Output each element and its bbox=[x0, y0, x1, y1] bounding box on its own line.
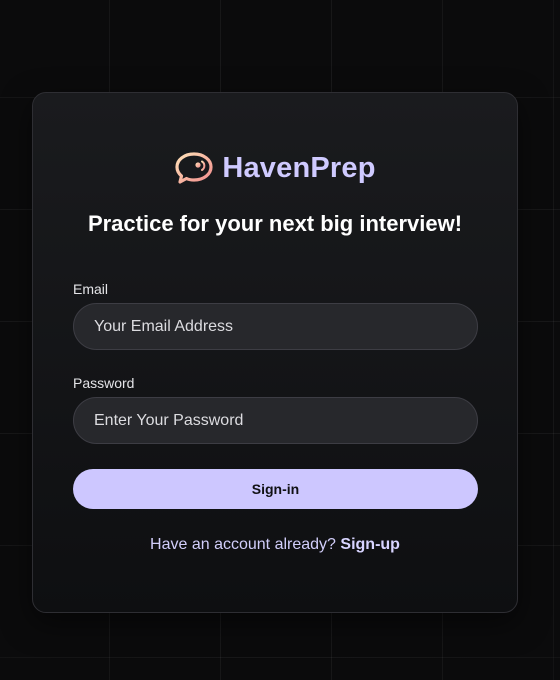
signup-prompt-text: Have an account already? bbox=[150, 536, 336, 553]
sign-up-link[interactable]: Sign-up bbox=[340, 536, 400, 553]
speech-bubble-icon bbox=[175, 152, 213, 184]
email-field[interactable] bbox=[73, 303, 478, 350]
page-title: Practice for your next big interview! bbox=[87, 211, 463, 236]
email-label: Email bbox=[73, 281, 109, 297]
password-field[interactable] bbox=[73, 397, 478, 444]
brand-name: HavenPrep bbox=[222, 151, 376, 184]
signup-prompt: Have an account already? Sign-up bbox=[33, 536, 517, 554]
sign-in-button[interactable]: Sign-in bbox=[73, 469, 478, 509]
login-card: HavenPrep Practice for your next big int… bbox=[32, 92, 518, 613]
brand-header: HavenPrep bbox=[33, 151, 517, 185]
password-label: Password bbox=[73, 375, 135, 391]
